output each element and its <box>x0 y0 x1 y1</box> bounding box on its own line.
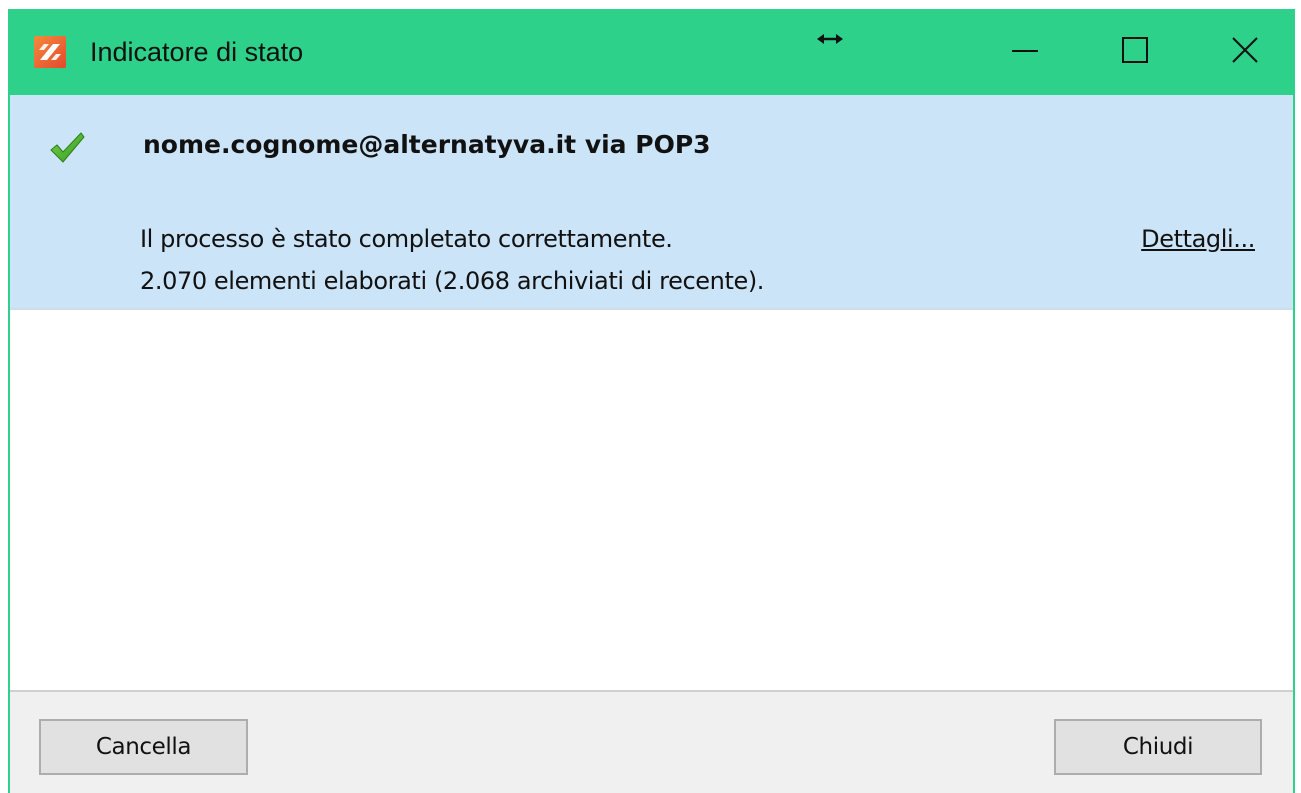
checkmark-icon <box>48 130 86 166</box>
status-message: Il processo è stato completato correttam… <box>140 225 673 253</box>
account-title: nome.cognome@alternatyva.it via POP3 <box>143 130 711 159</box>
window-title: Indicatore di stato <box>90 37 304 67</box>
window-frame-top <box>0 0 1301 9</box>
resize-horizontal-icon <box>815 29 845 49</box>
status-indicator-window: Indicatore di stato nome.cognome@alterna… <box>0 0 1301 793</box>
close-button[interactable]: Chiudi <box>1054 719 1262 775</box>
status-summary: 2.070 elementi elaborati (2.068 archivia… <box>140 267 765 295</box>
maximize-button[interactable] <box>1095 9 1175 95</box>
minimize-icon <box>1010 35 1040 70</box>
window-frame-right[interactable] <box>1293 9 1301 793</box>
close-icon <box>1230 35 1260 70</box>
app-logo-icon <box>34 36 66 68</box>
footer-bar: Cancella Chiudi <box>10 690 1293 793</box>
minimize-button[interactable] <box>985 9 1065 95</box>
details-link[interactable]: Dettagli... <box>1141 225 1255 253</box>
status-panel: nome.cognome@alternatyva.it via POP3 Il … <box>10 95 1293 310</box>
window-frame-left[interactable] <box>0 9 10 793</box>
content-area <box>10 310 1293 690</box>
cancel-button[interactable]: Cancella <box>39 719 248 775</box>
close-window-button[interactable] <box>1205 9 1285 95</box>
title-bar[interactable]: Indicatore di stato <box>10 9 1293 95</box>
maximize-icon <box>1120 35 1150 70</box>
